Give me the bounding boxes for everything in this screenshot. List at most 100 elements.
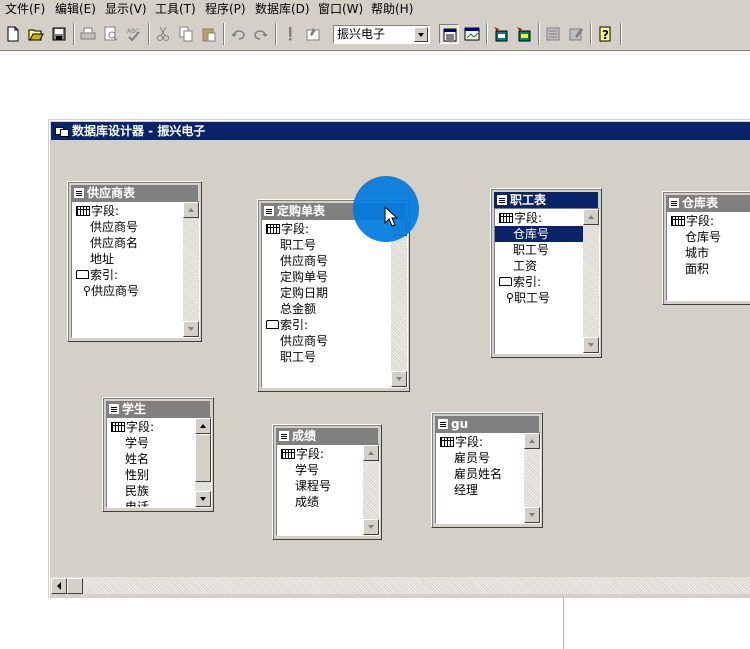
table-gu[interactable]: gu 字段: 雇员号 雇员姓名 经理 [431, 412, 543, 528]
print-icon[interactable] [78, 24, 98, 44]
list-item[interactable]: 雇员姓名 [454, 466, 502, 482]
table-icon[interactable] [462, 24, 482, 44]
list-item-selected[interactable]: 仓库号 [495, 226, 584, 242]
database-dropdown[interactable]: 振兴电子 [333, 25, 430, 44]
menu-program[interactable]: 程序(P) [205, 2, 246, 17]
list-item[interactable]: 供应商号 [82, 283, 139, 299]
vertical-scrollbar[interactable] [391, 220, 407, 387]
save-icon[interactable] [49, 24, 69, 44]
list-item[interactable]: 成绩 [295, 494, 319, 510]
vertical-scrollbar[interactable] [183, 202, 199, 337]
table-title-bar[interactable]: 仓库表 [666, 195, 750, 211]
scroll-up-icon[interactable] [363, 445, 379, 461]
list-item[interactable]: 字段: [76, 203, 119, 219]
list-item[interactable]: 供应商号 [90, 219, 138, 235]
list-item[interactable]: 姓名 [125, 451, 149, 467]
table-title-bar[interactable]: 供应商表 [71, 185, 198, 201]
list-item[interactable]: 电话 [125, 499, 149, 507]
spell-check-icon[interactable]: ABC [124, 24, 144, 44]
scroll-down-icon[interactable] [524, 507, 540, 523]
list-item[interactable]: 供应商号 [280, 333, 328, 349]
scroll-up-icon[interactable] [524, 433, 540, 449]
table-title-bar[interactable]: 职工表 [494, 192, 598, 208]
table-field-list[interactable]: 字段: 雇员号 雇员姓名 经理 [435, 432, 541, 524]
form-icon[interactable] [491, 24, 511, 44]
cut-icon[interactable] [153, 24, 173, 44]
list-item[interactable]: 学号 [125, 435, 149, 451]
redo-icon[interactable] [251, 24, 271, 44]
list-item[interactable]: 城市 [685, 245, 709, 261]
scroll-down-icon[interactable] [391, 371, 407, 387]
scroll-down-icon[interactable] [195, 491, 211, 507]
chevron-down-icon[interactable] [414, 27, 428, 42]
new-icon[interactable] [3, 24, 23, 44]
list-item[interactable]: 工资 [513, 258, 537, 274]
vertical-scrollbar[interactable] [524, 433, 540, 523]
table-field-list[interactable]: 字段: 职工号 供应商号 定购单号 定购日期 总金额 索引: 供应商号 职工号 [261, 219, 408, 388]
list-item[interactable]: 字段: [671, 213, 714, 229]
list-item[interactable]: 字段: [499, 210, 542, 226]
list-item[interactable]: 索引: [499, 274, 541, 290]
edit-icon[interactable] [566, 24, 586, 44]
horizontal-scrollbar[interactable] [51, 577, 750, 594]
table-title-bar[interactable]: 学生 [106, 401, 210, 417]
designer-title-bar[interactable]: 数据库设计器 - 振兴电子 [51, 122, 750, 140]
scroll-thumb[interactable] [67, 578, 83, 594]
menu-file[interactable]: 文件(F) [5, 2, 45, 17]
table-student[interactable]: 学生 字段: 学号 姓名 性别 民族 电话 [102, 397, 214, 512]
scroll-down-icon[interactable] [583, 337, 599, 353]
list-item[interactable]: 字段: [111, 419, 154, 435]
modify-icon[interactable] [303, 24, 323, 44]
table-warehouse[interactable]: 仓库表 字段: 仓库号 城市 面积 [662, 191, 750, 305]
list-item[interactable]: 职工号 [280, 349, 316, 365]
table-supplier[interactable]: 供应商表 字段: 供应商号 供应商名 地址 索引: 供应商号 [67, 181, 202, 342]
scroll-thumb[interactable] [195, 434, 211, 482]
list-item[interactable]: 学号 [295, 462, 319, 478]
help-icon[interactable]: ? [595, 24, 615, 44]
table-field-list[interactable]: 字段: 供应商号 供应商名 地址 索引: 供应商号 [71, 201, 200, 338]
menu-help[interactable]: 帮助(H) [371, 2, 413, 17]
menu-tools[interactable]: 工具(T) [155, 2, 196, 17]
list-item[interactable]: 供应商号 [280, 253, 328, 269]
list-item[interactable]: 性别 [125, 467, 149, 483]
table-employee[interactable]: 职工表 字段: 仓库号 职工号 工资 索引: 职工号 [490, 188, 602, 358]
list-item[interactable]: 字段: [266, 221, 309, 237]
list-item[interactable]: 索引: [266, 317, 308, 333]
run-icon[interactable] [280, 24, 300, 44]
table-field-list[interactable]: 字段: 学号 姓名 性别 民族 电话 [106, 417, 212, 508]
scroll-down-icon[interactable] [183, 321, 199, 337]
table-field-list[interactable]: 字段: 仓库号 职工号 工资 索引: 职工号 [494, 208, 600, 354]
paste-icon[interactable] [199, 24, 219, 44]
menu-edit[interactable]: 编辑(E) [55, 2, 96, 17]
table-title-bar[interactable]: 成绩 [276, 428, 378, 444]
list-item[interactable]: 定购单号 [280, 269, 328, 285]
menu-window[interactable]: 窗口(W) [318, 2, 363, 17]
print-preview-icon[interactable] [101, 24, 121, 44]
vertical-scrollbar[interactable] [363, 445, 379, 535]
list-item[interactable]: 定购日期 [280, 285, 328, 301]
scroll-left-icon[interactable] [51, 578, 67, 594]
vertical-scrollbar[interactable] [195, 418, 211, 507]
list-item[interactable]: 职工号 [280, 237, 316, 253]
table-score[interactable]: 成绩 字段: 学号 课程号 成绩 [272, 424, 382, 540]
open-icon[interactable] [26, 24, 46, 44]
table-title-bar[interactable]: gu [435, 416, 539, 432]
database-icon[interactable] [543, 24, 563, 44]
undo-icon[interactable] [228, 24, 248, 44]
list-item[interactable]: 索引: [76, 267, 118, 283]
menu-database[interactable]: 数据库(D) [255, 2, 310, 17]
list-item[interactable]: 雇员号 [454, 450, 490, 466]
scroll-up-icon[interactable] [183, 202, 199, 218]
table-field-list[interactable]: 字段: 仓库号 城市 面积 [666, 211, 750, 301]
list-item[interactable]: 仓库号 [685, 229, 721, 245]
menu-view[interactable]: 显示(V) [105, 2, 147, 17]
list-item[interactable]: 字段: [440, 434, 483, 450]
list-item[interactable]: 经理 [454, 482, 478, 498]
list-item[interactable]: 职工号 [505, 290, 550, 306]
table-field-list[interactable]: 字段: 学号 课程号 成绩 [276, 444, 380, 536]
edit-form-icon[interactable] [514, 24, 534, 44]
list-item[interactable]: 字段: [281, 446, 324, 462]
list-item[interactable]: 职工号 [513, 242, 549, 258]
list-item[interactable]: 课程号 [295, 478, 331, 494]
list-item[interactable]: 地址 [90, 251, 114, 267]
